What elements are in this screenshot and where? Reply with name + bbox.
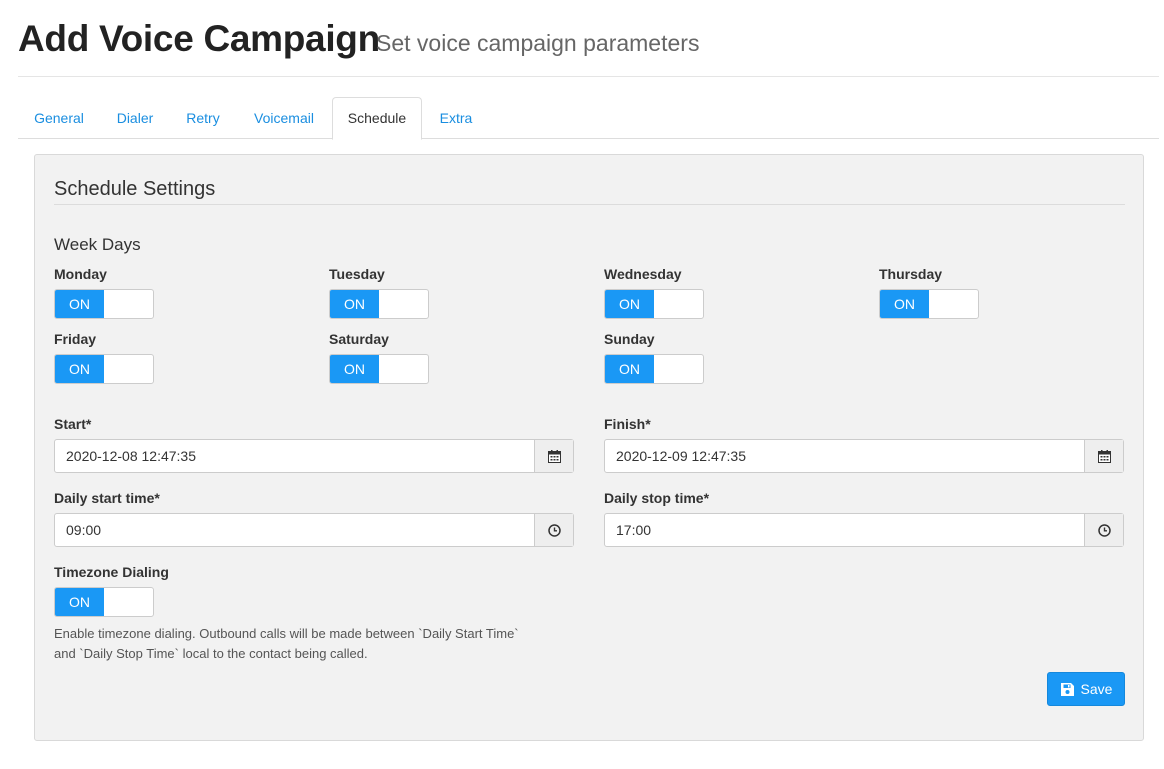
calendar-icon — [547, 449, 561, 463]
daily-stop-clock-button[interactable] — [1084, 514, 1123, 546]
daily-start-group — [54, 513, 574, 547]
start-datetime-input[interactable] — [55, 440, 535, 472]
tab-dialer[interactable]: Dialer — [102, 97, 168, 139]
finish-calendar-button[interactable] — [1084, 440, 1123, 472]
week-days-title: Week Days — [54, 235, 141, 254]
sunday-label: Sunday — [604, 331, 655, 347]
floppy-disk-icon — [1060, 682, 1074, 696]
finish-datetime-input[interactable] — [605, 440, 1085, 472]
thursday-toggle-state: ON — [880, 290, 929, 318]
friday-toggle-state: ON — [55, 355, 104, 383]
schedule-settings-panel: Schedule Settings Week Days Monday ON Tu… — [34, 154, 1144, 741]
timezone-dialing-label: Timezone Dialing — [54, 564, 169, 580]
daily-start-label: Daily start time* — [54, 490, 160, 506]
page-title: Add Voice Campaign — [18, 18, 380, 59]
tab-voicemail[interactable]: Voicemail — [238, 97, 330, 139]
wednesday-toggle[interactable]: ON — [604, 289, 704, 319]
daily-stop-label: Daily stop time* — [604, 490, 710, 506]
page-subtitle: Set voice campaign parameters — [376, 30, 700, 56]
saturday-toggle-state: ON — [330, 355, 379, 383]
finish-label: Finish* — [604, 416, 651, 432]
start-label: Start* — [54, 416, 92, 432]
monday-toggle[interactable]: ON — [54, 289, 154, 319]
monday-toggle-state: ON — [55, 290, 104, 318]
save-button-label: Save — [1080, 681, 1113, 697]
wednesday-toggle-state: ON — [605, 290, 654, 318]
calendar-icon — [1097, 449, 1111, 463]
clock-icon — [547, 523, 561, 537]
tab-bar: General Dialer Retry Voicemail Schedule … — [18, 97, 1159, 140]
wednesday-label: Wednesday — [604, 266, 682, 282]
timezone-help-line-2: and `Daily Stop Time` local to the conta… — [54, 646, 368, 661]
tuesday-label: Tuesday — [329, 266, 385, 282]
sunday-toggle-state: ON — [605, 355, 654, 383]
page-header: Add Voice Campaign Set voice campaign pa… — [18, 18, 1159, 77]
friday-label: Friday — [54, 331, 97, 347]
daily-stop-group — [604, 513, 1124, 547]
monday-label: Monday — [54, 266, 107, 282]
timezone-dialing-toggle[interactable]: ON — [54, 587, 154, 617]
tab-general[interactable]: General — [18, 97, 100, 139]
start-calendar-button[interactable] — [534, 440, 573, 472]
saturday-label: Saturday — [329, 331, 389, 347]
thursday-label: Thursday — [879, 266, 943, 282]
timezone-toggle-state: ON — [55, 588, 104, 616]
tuesday-toggle-state: ON — [330, 290, 379, 318]
tab-extra[interactable]: Extra — [424, 97, 488, 139]
tab-schedule[interactable]: Schedule — [332, 97, 422, 140]
sunday-toggle[interactable]: ON — [604, 354, 704, 384]
save-button[interactable]: Save — [1047, 672, 1125, 706]
finish-datetime-group — [604, 439, 1124, 473]
friday-toggle[interactable]: ON — [54, 354, 154, 384]
daily-stop-input[interactable] — [605, 514, 1085, 546]
start-datetime-group — [54, 439, 574, 473]
timezone-help-line-1: Enable timezone dialing. Outbound calls … — [54, 626, 519, 641]
timezone-help-text: Enable timezone dialing. Outbound calls … — [54, 624, 594, 664]
panel-title: Schedule Settings — [54, 178, 216, 200]
daily-start-clock-button[interactable] — [534, 514, 573, 546]
tuesday-toggle[interactable]: ON — [329, 289, 429, 319]
clock-icon — [1097, 523, 1111, 537]
daily-start-input[interactable] — [55, 514, 535, 546]
saturday-toggle[interactable]: ON — [329, 354, 429, 384]
thursday-toggle[interactable]: ON — [879, 289, 979, 319]
panel-divider — [54, 204, 1125, 205]
tab-retry[interactable]: Retry — [170, 97, 236, 139]
